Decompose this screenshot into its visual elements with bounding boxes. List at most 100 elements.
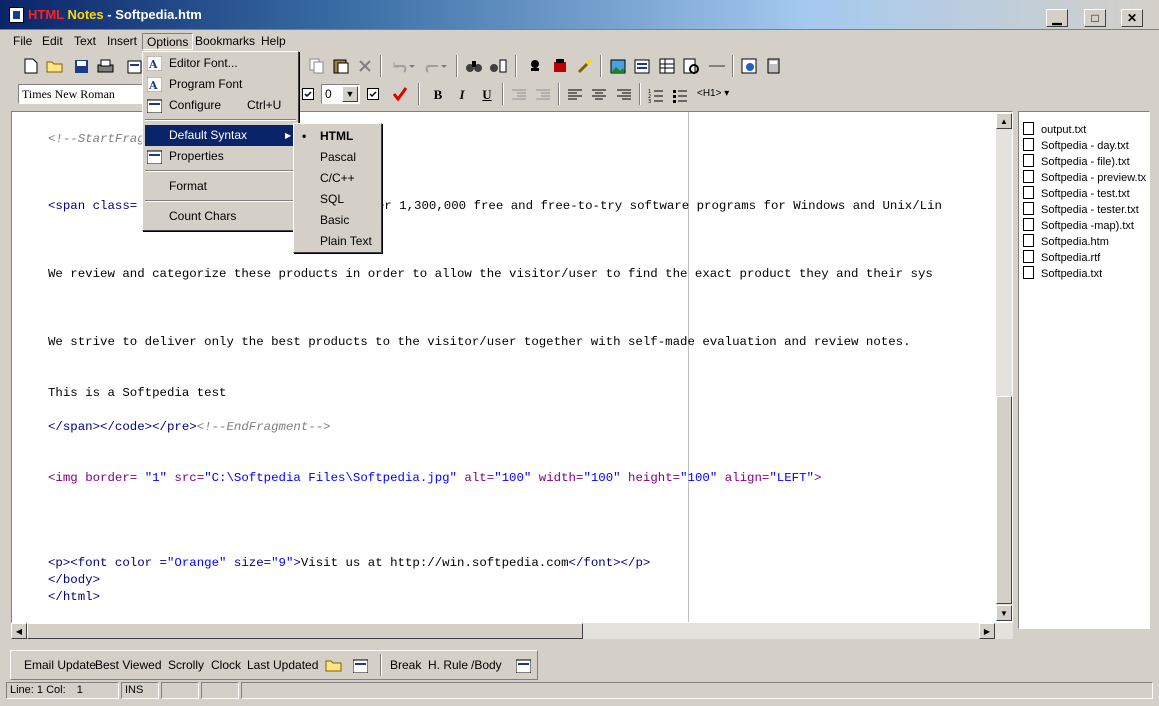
table-icon[interactable] [656,55,678,77]
numbered-list-icon[interactable]: 123 [645,84,667,106]
toolbar-separator [732,55,734,77]
bullet-list-icon[interactable] [669,84,691,106]
underline-button[interactable]: U [476,84,498,106]
scroll-thumb[interactable] [996,396,1012,604]
menu-configure[interactable]: Configure Ctrl+U [145,95,296,116]
menu-options[interactable]: Options [142,33,194,50]
file-item[interactable]: Softpedia.txt [1023,266,1102,282]
app-icon[interactable] [9,7,24,23]
minimize-button[interactable]: ▁ [1046,9,1068,27]
font-name-select[interactable]: Times New Roman [18,84,148,104]
print-icon[interactable] [94,55,116,77]
menu-bookmarks[interactable]: Bookmarks [191,33,259,50]
clock-button[interactable]: Clock [211,658,241,672]
break-button[interactable]: Break [390,658,421,672]
syntax-pascal[interactable]: Pascal [296,147,379,168]
form-icon[interactable] [631,55,653,77]
options-menu: A Editor Font... A Program Font Configur… [142,51,299,231]
file-item[interactable]: Softpedia.htm [1023,234,1109,250]
apply-check-icon[interactable] [389,83,411,105]
font-size-select[interactable]: 0 ▼ [321,84,360,104]
toolbar-separator [600,55,602,77]
close-button[interactable]: ✕ [1121,9,1143,27]
calculator-icon[interactable] [762,55,784,77]
syntax-cpp[interactable]: C/C++ [296,168,379,189]
chevron-down-icon[interactable]: ▼ [342,86,358,102]
scrolly-button[interactable]: Scrolly [168,658,204,672]
copy-icon[interactable] [306,55,328,77]
menu-properties[interactable]: Properties [145,146,296,167]
align-right-icon[interactable] [613,84,635,106]
maximize-button[interactable]: □ [1084,9,1106,27]
scroll-left-icon[interactable]: ◀ [11,623,27,639]
save-icon[interactable] [70,55,92,77]
outdent-icon[interactable] [508,84,530,106]
syntax-html[interactable]: • HTML [296,126,379,147]
file-item[interactable]: Softpedia - file).txt [1023,154,1130,170]
menu-count-chars[interactable]: Count Chars [145,206,296,227]
status-cursor-position: Line: 1 Col: 1 [6,682,119,699]
syntax-sql[interactable]: SQL [296,189,379,210]
pin-icon[interactable] [524,55,546,77]
indent-icon[interactable] [532,84,554,106]
checkbox-icon[interactable] [362,83,384,105]
vertical-scrollbar[interactable]: ▲ ▼ [996,113,1012,621]
heading-select[interactable]: <H1> ▾ [697,84,739,104]
image-icon[interactable] [607,55,629,77]
file-item[interactable]: output.txt [1023,122,1086,138]
menu-file[interactable]: File [9,33,36,50]
brush-icon[interactable] [574,55,596,77]
file-item[interactable]: Softpedia.rtf [1023,250,1100,266]
paste-icon[interactable] [330,55,352,77]
delete-icon[interactable] [354,55,376,77]
file-item[interactable]: Softpedia - preview.tx [1023,170,1146,186]
syntax-plain-text[interactable]: Plain Text [296,231,379,252]
italic-button[interactable]: I [451,84,473,106]
align-left-icon[interactable] [564,84,586,106]
body-close-button[interactable]: /Body [471,658,502,672]
toolbar-separator [502,83,504,105]
menu-default-syntax[interactable]: Default Syntax ▶ [145,125,296,146]
preview-icon[interactable] [680,55,702,77]
replace-icon[interactable] [487,55,509,77]
properties-icon[interactable] [349,654,371,676]
browser-icon[interactable] [738,55,760,77]
align-center-icon[interactable] [588,84,610,106]
menu-program-font[interactable]: A Program Font [145,74,296,95]
menu-insert[interactable]: Insert [103,33,141,50]
color-icon[interactable] [549,55,571,77]
last-updated-button[interactable]: Last Updated [247,658,318,672]
open-folder-icon[interactable] [44,55,66,77]
file-item[interactable]: Softpedia -map).txt [1023,218,1134,234]
checkbox-icon[interactable] [297,83,319,105]
undo-icon[interactable] [388,55,418,77]
redo-icon[interactable] [420,55,450,77]
menu-help[interactable]: Help [257,33,290,50]
menu-separator [145,170,296,172]
file-item[interactable]: Softpedia - day.txt [1023,138,1129,154]
properties-icon[interactable] [512,654,534,676]
horizontal-scrollbar[interactable]: ◀ ▶ [11,623,1013,639]
bold-button[interactable]: B [427,84,449,106]
code-line: </html> [48,590,101,604]
menu-edit[interactable]: Edit [38,33,67,50]
open-folder-icon[interactable] [323,654,345,676]
code-line: </body> [48,573,101,587]
scroll-down-icon[interactable]: ▼ [996,605,1012,621]
hscroll-thumb[interactable] [27,623,583,639]
email-update-button[interactable]: Email Update [24,658,96,672]
menu-text[interactable]: Text [70,33,100,50]
file-item[interactable]: Softpedia - test.txt [1023,186,1130,202]
file-item[interactable]: Softpedia - tester.txt [1023,202,1139,218]
horizontal-rule-button[interactable]: H. Rule [428,658,468,672]
syntax-basic[interactable]: Basic [296,210,379,231]
menu-format[interactable]: Format [145,176,296,197]
scroll-right-icon[interactable]: ▶ [979,623,995,639]
find-icon[interactable] [463,55,485,77]
scroll-up-icon[interactable]: ▲ [996,113,1012,129]
file-icon [1023,122,1034,135]
horizontal-rule-icon[interactable] [706,55,728,77]
menu-editor-font[interactable]: A Editor Font... [145,53,296,74]
best-viewed-button[interactable]: Best Viewed [95,658,162,672]
new-file-icon[interactable] [20,55,42,77]
